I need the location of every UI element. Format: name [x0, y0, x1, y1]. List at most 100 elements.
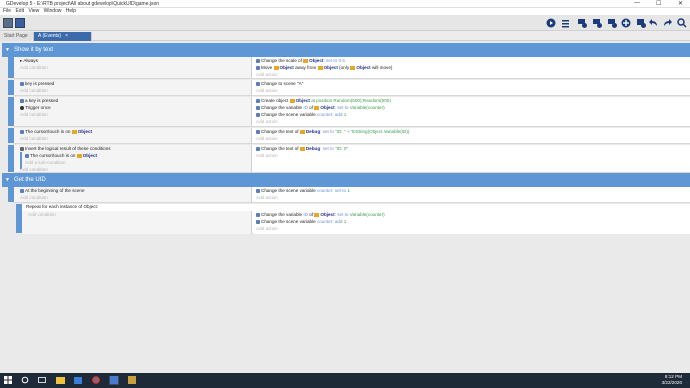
event-row[interactable]: key is pressed Add condition Change to s…	[8, 80, 690, 96]
for-each-header[interactable]: Repeat for each instance of Object:	[26, 204, 98, 209]
conditions-cell[interactable]: a key is pressed Trigger once Add condit…	[14, 97, 252, 126]
add-condition-link[interactable]: Add condition	[20, 65, 48, 70]
search-icon[interactable]	[20, 376, 30, 385]
action-text: (only	[339, 65, 350, 70]
chrome-icon[interactable]	[91, 376, 101, 385]
actions-cell[interactable]: Change the text of Debug: set to "ID: 0"…	[253, 145, 690, 172]
action-change-scene-variable[interactable]: Change the scene variable counter: add 1	[256, 219, 346, 224]
actions-cell[interactable]: Create object Object at position Random(…	[253, 97, 690, 126]
event-row[interactable]: The cursor/touch is on Object Add condit…	[8, 128, 690, 144]
action-change-scene-variable[interactable]: Change the scene variable counter: set t…	[256, 188, 350, 193]
action-change-text[interactable]: Change the text of Debug: set to "ID: 0"	[256, 146, 348, 151]
conditions-cell[interactable]: key is pressed Add condition	[14, 80, 252, 95]
redo-icon[interactable]	[661, 17, 673, 29]
window-title: GDevelop 5 - E:\RTB project\All about gd…	[6, 1, 160, 7]
variable-name: counter	[316, 188, 333, 193]
delete-icon[interactable]	[635, 17, 647, 29]
add-condition-link[interactable]: Add condition	[20, 167, 48, 172]
action-scale[interactable]: Change the scale of Object: set to 0.5	[256, 58, 345, 63]
add-condition-link[interactable]: Add condition	[20, 88, 48, 93]
add-action-link[interactable]: Add action	[256, 72, 278, 77]
event-group[interactable]: ▼ Get the UID	[2, 173, 690, 187]
actions-cell[interactable]: Change the variable ID of Object: set to…	[253, 211, 690, 234]
event-group[interactable]: ▼ Show it by text	[2, 43, 690, 57]
actions-cell[interactable]: Change the text of Debug: set to "ID: " …	[253, 128, 690, 143]
menu-edit[interactable]: Edit	[15, 8, 24, 15]
app-taskbar-icon[interactable]	[127, 376, 137, 385]
action-change-scene-variable[interactable]: Change the scene variable counter: add 1	[256, 112, 346, 117]
chevron-down-icon[interactable]: ▼	[5, 43, 10, 57]
keyboard-icon	[20, 98, 24, 103]
close-tab-icon[interactable]: ×	[65, 33, 68, 39]
task-view-icon[interactable]	[37, 376, 47, 385]
conditions-cell[interactable]: Add condition	[22, 211, 252, 234]
conditions-cell[interactable]: The cursor/touch is on Object Add condit…	[14, 128, 252, 143]
condition-trigger-once[interactable]: Trigger once	[20, 105, 51, 110]
action-value: : set to 0.5	[323, 58, 345, 63]
scene-editor-icon[interactable]	[15, 18, 25, 28]
condition-scene-start[interactable]: At the beginning of the scene	[20, 188, 85, 193]
add-action-link[interactable]: Add action	[256, 119, 278, 124]
windows-start-icon[interactable]	[3, 376, 13, 385]
search-icon[interactable]	[676, 17, 688, 29]
add-action-link[interactable]: Add action	[256, 195, 278, 200]
action-change-variable[interactable]: Change the variable ID of Object: set to…	[256, 212, 385, 217]
condition-always[interactable]: ▸ Always	[20, 58, 38, 64]
add-action-link[interactable]: Add action	[256, 226, 278, 231]
conditions-cell[interactable]: ▸ Always Add condition	[14, 57, 252, 78]
condition-cursor-on-object[interactable]: The cursor/touch is on Object	[20, 129, 92, 134]
conditions-cell[interactable]: Invert the logical result of these condi…	[14, 145, 252, 172]
minimize-button[interactable]: —	[634, 0, 640, 6]
undo-icon[interactable]	[648, 17, 660, 29]
menu-file[interactable]: File	[3, 8, 11, 15]
action-text: away from	[295, 65, 317, 70]
add-action-link[interactable]: Add action	[256, 136, 278, 141]
action-move-away[interactable]: Move Object away from Object (only Objec…	[256, 65, 392, 70]
action-change-scene[interactable]: Change to scene "A"	[256, 81, 303, 86]
menu-help[interactable]: Help	[66, 8, 76, 15]
condition-invert[interactable]: Invert the logical result of these condi…	[20, 146, 111, 151]
tab-start-page[interactable]: Start Page	[0, 32, 34, 41]
condition-cursor-on-object[interactable]: The cursor/touch is on Object	[25, 153, 97, 158]
text-icon	[256, 129, 260, 134]
add-other-icon[interactable]	[620, 17, 632, 29]
action-text: : set to	[320, 129, 334, 134]
add-condition-link[interactable]: Add condition	[28, 212, 56, 217]
add-sub-condition-link[interactable]: Add a sub-condition	[25, 160, 66, 165]
add-condition-link[interactable]: Add condition	[20, 136, 48, 141]
tab-a-events[interactable]: A (Events) ×	[34, 32, 92, 41]
gdevelop-taskbar-icon[interactable]	[109, 376, 119, 385]
chevron-down-icon[interactable]: ▼	[5, 173, 10, 187]
action-change-variable[interactable]: Change the variable ID of Object: set to…	[256, 105, 385, 110]
condition-key-pressed[interactable]: key is pressed	[20, 81, 54, 86]
action-create-object[interactable]: Create object Object at position Random(…	[256, 98, 391, 103]
action-change-text[interactable]: Change the text of Debug: set to "ID: " …	[256, 129, 409, 134]
add-condition-link[interactable]: Add condition	[20, 195, 48, 200]
conditions-cell[interactable]: At the beginning of the scene Add condit…	[14, 187, 252, 202]
add-action-link[interactable]: Add action	[256, 153, 278, 158]
system-clock[interactable]: 8:12 PM 3/22/2020	[662, 374, 682, 386]
add-comment-icon[interactable]	[591, 17, 603, 29]
add-action-link[interactable]: Add action	[256, 88, 278, 93]
close-button[interactable]: ✕	[678, 0, 683, 7]
add-group-icon[interactable]	[606, 17, 618, 29]
menu-view[interactable]: View	[28, 8, 39, 15]
event-row[interactable]: ▸ Always Add condition Change the scale …	[8, 57, 690, 79]
menu-window[interactable]: Window	[44, 8, 62, 15]
event-row[interactable]: At the beginning of the scene Add condit…	[8, 187, 690, 203]
play-icon[interactable]	[545, 17, 557, 29]
for-each-event-row[interactable]: Repeat for each instance of Object: Add …	[16, 204, 690, 234]
actions-cell[interactable]: Change the scale of Object: set to 0.5 M…	[253, 57, 690, 78]
condition-a-key-pressed[interactable]: a key is pressed	[20, 98, 58, 103]
add-subevent-icon[interactable]	[576, 17, 588, 29]
file-explorer-icon[interactable]	[55, 376, 65, 385]
add-condition-link[interactable]: Add condition	[20, 112, 48, 117]
add-event-icon[interactable]	[560, 17, 572, 29]
actions-cell[interactable]: Change to scene "A" Add action	[253, 80, 690, 95]
actions-cell[interactable]: Change the scene variable counter: set t…	[253, 187, 690, 202]
project-manager-icon[interactable]	[3, 18, 13, 28]
store-icon[interactable]	[73, 376, 83, 385]
maximize-button[interactable]: ☐	[656, 0, 661, 7]
event-row[interactable]: Invert the logical result of these condi…	[8, 145, 690, 173]
event-row[interactable]: a key is pressed Trigger once Add condit…	[8, 97, 690, 127]
